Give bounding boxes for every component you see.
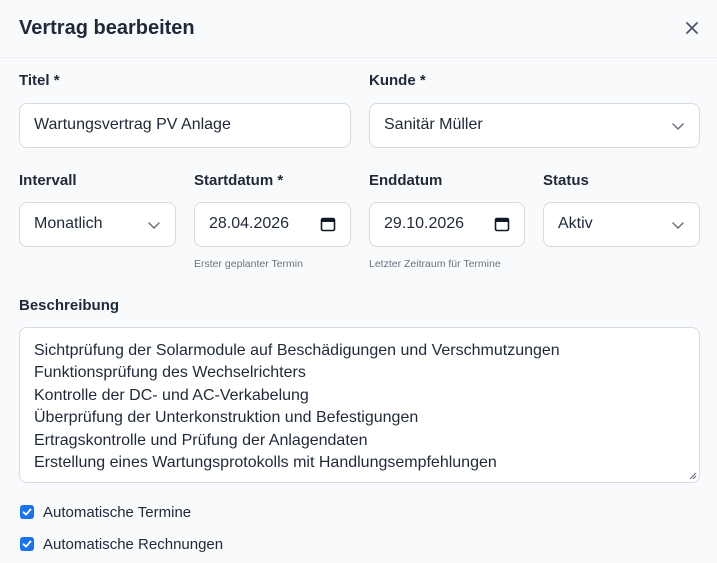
title-label: Titel * xyxy=(19,72,60,89)
interval-label: Intervall xyxy=(19,172,77,189)
description-line: Funktionsprüfung des Wechselrichters xyxy=(34,364,306,382)
interval-select-value: Monatlich xyxy=(34,215,103,232)
end-date-value: 29.10.2026 xyxy=(384,215,465,232)
chevron-down-icon xyxy=(672,222,684,229)
auto-appointments-label[interactable]: Automatische Termine xyxy=(43,504,191,521)
checkmark-icon xyxy=(22,508,32,516)
status-select-value: Aktiv xyxy=(558,215,593,232)
description-line: Ertragskontrolle und Prüfung der Anlagen… xyxy=(34,431,368,449)
description-line: Sichtprüfung der Solarmodule auf Beschäd… xyxy=(34,342,560,359)
start-date-input[interactable]: 28.04.2026 xyxy=(194,202,351,247)
end-date-label: Enddatum xyxy=(369,172,443,189)
chevron-down-icon xyxy=(672,123,684,130)
description-line: Erstellung eines Wartungsprotokolls mit … xyxy=(34,454,497,472)
auto-appointments-checkbox[interactable] xyxy=(20,505,34,519)
status-select[interactable]: Aktiv xyxy=(543,202,700,247)
description-line: Kontrolle der DC- und AC-Verkabelung xyxy=(34,386,309,404)
title-input-value: Wartungsvertrag PV Anlage xyxy=(34,116,231,133)
dialog-header: Vertrag bearbeiten xyxy=(0,0,717,58)
close-icon[interactable] xyxy=(682,18,702,38)
description-textarea[interactable]: Sichtprüfung der Solarmodule auf Beschäd… xyxy=(19,327,700,483)
checkmark-icon xyxy=(22,540,32,548)
start-date-value: 28.04.2026 xyxy=(209,215,290,232)
calendar-icon[interactable] xyxy=(494,216,510,232)
status-label: Status xyxy=(543,172,589,189)
customer-select[interactable]: Sanitär Müller xyxy=(369,103,700,148)
calendar-icon[interactable] xyxy=(320,216,336,232)
end-date-input[interactable]: 29.10.2026 xyxy=(369,202,525,247)
end-date-hint: Letzter Zeitraum für Termine xyxy=(369,258,501,270)
title-input[interactable]: Wartungsvertrag PV Anlage xyxy=(19,103,351,148)
chevron-down-icon xyxy=(148,222,160,229)
customer-select-value: Sanitär Müller xyxy=(384,116,483,133)
edit-contract-dialog: Vertrag bearbeiten Titel * Wartungsvertr… xyxy=(0,0,717,563)
description-label: Beschreibung xyxy=(19,297,120,314)
resize-handle-icon[interactable] xyxy=(687,470,697,480)
auto-invoices-label[interactable]: Automatische Rechnungen xyxy=(43,536,223,553)
interval-select[interactable]: Monatlich xyxy=(19,202,176,247)
customer-label: Kunde * xyxy=(369,72,426,89)
description-line: Überprüfung der Unterkonstruktion und Be… xyxy=(34,409,419,427)
auto-invoices-checkbox[interactable] xyxy=(20,537,34,551)
start-date-hint: Erster geplanter Termin xyxy=(194,258,303,270)
dialog-title: Vertrag bearbeiten xyxy=(19,17,195,39)
start-date-label: Startdatum * xyxy=(194,172,284,189)
